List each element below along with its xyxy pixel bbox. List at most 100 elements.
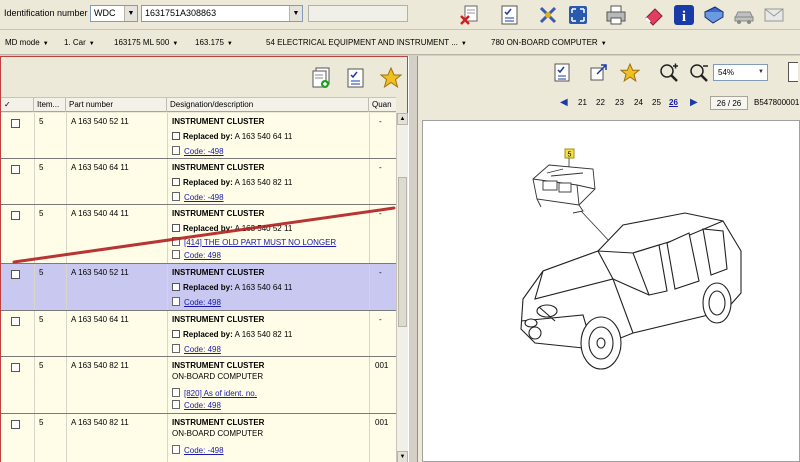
- window-icon[interactable]: [788, 62, 798, 82]
- expand-checkbox[interactable]: [172, 132, 180, 140]
- tools-button[interactable]: [536, 3, 560, 27]
- row-checkbox[interactable]: [11, 270, 20, 279]
- nav-model-dropdown[interactable]: 163175 ML 500 ▼: [114, 38, 178, 47]
- code-link[interactable]: Code: 498: [184, 251, 221, 260]
- code-link[interactable]: Code: -498: [184, 446, 224, 455]
- table-row[interactable]: 5 A 163 540 44 11 INSTRUMENT CLUSTER Rep…: [1, 205, 396, 264]
- nav-vehicle-type-dropdown[interactable]: 1. Car ▼: [64, 38, 95, 47]
- code-link[interactable]: Code: 498: [184, 345, 221, 354]
- document-icon: [172, 344, 180, 353]
- expand-checkbox[interactable]: [172, 178, 180, 186]
- code-link[interactable]: Code: -498: [184, 193, 224, 202]
- note-line: [414] THE OLD PART MUST NO LONGER: [172, 237, 336, 247]
- table-row[interactable]: 5 A 163 540 82 11 INSTRUMENT CLUSTER ON-…: [1, 414, 396, 462]
- row-checkbox[interactable]: [11, 119, 20, 128]
- fullscreen-button[interactable]: [566, 3, 590, 27]
- part-number: A 163 540 82 11: [71, 418, 129, 427]
- designation-column-header[interactable]: Designation/description: [167, 98, 369, 112]
- checklist-button[interactable]: [552, 62, 574, 84]
- zoom-level-select[interactable]: 54% ▼: [713, 64, 768, 81]
- breadcrumb: MD mode ▼ 1. Car ▼ 163175 ML 500 ▼ 163.175 ▼…: [0, 30, 800, 55]
- next-page-icon[interactable]: ▶: [690, 97, 698, 108]
- zoom-in-icon: [660, 63, 678, 82]
- info-button[interactable]: i: [672, 3, 696, 27]
- chevron-down-icon[interactable]: ▼: [289, 6, 302, 21]
- checklist-button[interactable]: [344, 66, 368, 90]
- page-link[interactable]: 25: [652, 98, 661, 107]
- table-row[interactable]: 5 A 163 540 82 11 INSTRUMENT CLUSTER ON-…: [1, 357, 396, 414]
- code-line: Code: -498: [172, 192, 224, 202]
- table-row[interactable]: 5 A 163 540 52 11 INSTRUMENT CLUSTER Rep…: [1, 264, 396, 311]
- favorite-button[interactable]: [619, 62, 641, 84]
- part-number-column-header[interactable]: Part number: [66, 98, 167, 112]
- expand-checkbox[interactable]: [172, 330, 180, 338]
- current-page-link[interactable]: 26: [669, 98, 678, 107]
- note-link[interactable]: [820] As of ident. no.: [184, 389, 257, 398]
- car-icon: [734, 11, 754, 24]
- replaced-by-line: Replaced by: A 163 540 64 11: [172, 283, 292, 292]
- nav-subgroup-dropdown[interactable]: 780 ON-BOARD COMPUTER ▼: [491, 38, 607, 47]
- table-row[interactable]: 5 A 163 540 64 11 INSTRUMENT CLUSTER Rep…: [1, 159, 396, 205]
- clear-search-button[interactable]: [458, 3, 482, 27]
- nav-mode-dropdown[interactable]: MD mode ▼: [5, 38, 49, 47]
- table-row[interactable]: 5 A 163 540 64 11 INSTRUMENT CLUSTER Rep…: [1, 311, 396, 357]
- row-checkbox[interactable]: [11, 420, 20, 429]
- open-window-button[interactable]: [588, 62, 610, 84]
- page-link[interactable]: 21: [578, 98, 587, 107]
- designation-title: INSTRUMENT CLUSTER: [172, 315, 265, 324]
- eraser-button[interactable]: [642, 3, 666, 27]
- chevron-down-icon: ▼: [172, 41, 179, 47]
- note-link[interactable]: [414] THE OLD PART MUST NO LONGER: [184, 238, 336, 247]
- replaced-by-line: Replaced by: A 163 540 64 11: [172, 132, 292, 141]
- vin-input[interactable]: 1631751A308863 ▼: [141, 5, 303, 22]
- vin-prefix-value: WDC: [94, 8, 116, 18]
- row-checkbox[interactable]: [11, 363, 20, 372]
- quantity-column-header[interactable]: Quan: [369, 98, 396, 112]
- scroll-up-button[interactable]: ▲: [397, 113, 408, 125]
- page-link[interactable]: 23: [615, 98, 624, 107]
- replaced-by-line: Replaced by: A 163 540 82 11: [172, 178, 292, 187]
- replacement-part: A 163 540 82 11: [234, 178, 293, 187]
- pane-splitter[interactable]: [408, 56, 418, 462]
- row-checkbox[interactable]: [11, 165, 20, 174]
- vehicle-button[interactable]: [732, 3, 756, 27]
- manual-button[interactable]: [702, 3, 726, 27]
- part-number: A 163 540 52 11: [71, 268, 129, 277]
- chevron-down-icon[interactable]: ▼: [124, 6, 137, 21]
- expand-checkbox[interactable]: [172, 283, 180, 291]
- quantity: -: [379, 315, 382, 324]
- vehicle-diagram[interactable]: 5: [422, 120, 800, 462]
- nav-group-dropdown[interactable]: 54 ELECTRICAL EQUIPMENT AND INSTRUMENT .…: [266, 38, 467, 47]
- mail-button[interactable]: [762, 3, 786, 27]
- code-link[interactable]: Code: 498: [184, 298, 221, 307]
- favorite-button[interactable]: [379, 66, 403, 90]
- code-line: Code: 498: [172, 344, 221, 354]
- instrument-cluster-part: [532, 164, 596, 214]
- search-field[interactable]: [308, 5, 408, 22]
- code-link[interactable]: Code: -498: [184, 147, 224, 156]
- scroll-down-button[interactable]: ▼: [397, 451, 408, 462]
- row-checkbox[interactable]: [11, 211, 20, 220]
- zoom-out-button[interactable]: [688, 62, 710, 84]
- scrollbar-thumb[interactable]: [398, 177, 407, 327]
- vin-prefix-select[interactable]: WDC ▼: [90, 5, 138, 22]
- zoom-in-button[interactable]: [658, 62, 680, 84]
- code-link[interactable]: Code: 498: [184, 401, 221, 410]
- page-link[interactable]: 22: [596, 98, 605, 107]
- parts-list-pane: ✓ Item... Part number Designation/descri…: [0, 56, 408, 462]
- row-checkbox[interactable]: [11, 317, 20, 326]
- item-number: 5: [39, 117, 44, 126]
- expand-checkbox[interactable]: [172, 224, 180, 232]
- checklist-button[interactable]: [498, 3, 522, 27]
- checklist-icon: [554, 63, 570, 82]
- vertical-scrollbar[interactable]: ▲ ▼: [396, 113, 408, 462]
- nav-chassis-dropdown[interactable]: 163.175 ▼: [195, 38, 233, 47]
- print-button[interactable]: [604, 3, 628, 27]
- add-to-list-button[interactable]: [309, 66, 333, 90]
- select-column-header[interactable]: ✓: [1, 98, 34, 112]
- table-row[interactable]: 5 A 163 540 52 11 INSTRUMENT CLUSTER Rep…: [1, 113, 396, 159]
- replacement-part: A 163 540 64 11: [234, 283, 293, 292]
- item-column-header[interactable]: Item...: [34, 98, 66, 112]
- previous-page-icon[interactable]: ◀: [560, 97, 568, 108]
- page-link[interactable]: 24: [634, 98, 643, 107]
